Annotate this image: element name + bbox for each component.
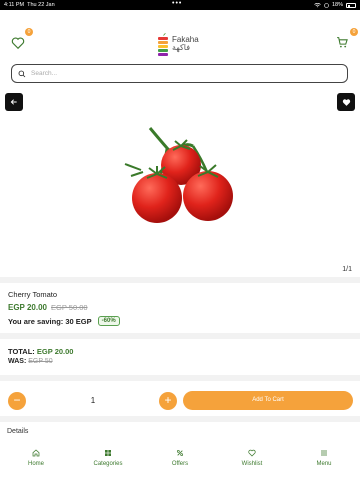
- nav-home[interactable]: Home: [6, 449, 66, 467]
- alarm-icon: [324, 2, 329, 8]
- quantity-value: 1: [90, 396, 96, 405]
- nav-offers[interactable]: Offers: [150, 449, 210, 467]
- nav-label: Categories: [93, 461, 123, 467]
- cart-badge: 0: [350, 28, 358, 36]
- nav-wishlist[interactable]: Wishlist: [222, 449, 282, 467]
- search-bar[interactable]: [11, 64, 348, 83]
- section-divider: [0, 333, 360, 339]
- saving-text: You are saving: 30 EGP: [8, 316, 92, 326]
- nav-label: Wishlist: [241, 461, 263, 467]
- was-row: WAS: EGP 50: [8, 358, 53, 365]
- details-heading[interactable]: Details: [7, 428, 28, 435]
- current-price: EGP 20.00: [8, 303, 47, 312]
- section-divider: [0, 277, 360, 283]
- status-right: 18%: [314, 2, 356, 8]
- nav-categories[interactable]: Categories: [78, 449, 138, 467]
- status-bar: 4:11 PM Thu 22 Jan ••• 18%: [0, 0, 360, 10]
- heart-filled-icon: [342, 98, 350, 106]
- product-name: Cherry Tomato: [8, 290, 58, 299]
- percent-icon: [176, 449, 184, 457]
- wishlist-badge: 0: [25, 28, 33, 36]
- wifi-icon: [314, 2, 321, 7]
- wishlist-header-button[interactable]: 0: [11, 28, 33, 51]
- saving-row: You are saving: 30 EGP -60%: [8, 316, 120, 326]
- search-icon: [18, 70, 26, 77]
- nav-menu[interactable]: Menu: [294, 449, 354, 467]
- section-divider: [0, 375, 360, 381]
- old-price: EGP 50.00: [51, 303, 88, 312]
- price-row: EGP 20.00 EGP 50.00: [8, 303, 88, 312]
- fakaha-logo[interactable]: Fakaha فاكهة: [157, 32, 207, 56]
- back-button[interactable]: [5, 93, 23, 111]
- total-label: TOTAL:: [8, 347, 35, 356]
- menu-icon: [321, 450, 327, 456]
- was-value: EGP 50: [28, 358, 53, 365]
- was-label: WAS:: [8, 358, 27, 365]
- status-time: 4:11 PM Thu 22 Jan: [4, 2, 55, 8]
- battery-percent: 18%: [331, 2, 343, 8]
- total-row: TOTAL: EGP 20.00: [8, 347, 73, 356]
- total-value: EGP 20.00: [36, 347, 74, 356]
- increase-quantity-button[interactable]: +: [159, 392, 177, 410]
- categories-icon: [105, 450, 111, 456]
- heart-icon: [248, 449, 256, 457]
- nav-label: Menu: [316, 461, 332, 467]
- decrease-quantity-button[interactable]: −: [8, 392, 26, 410]
- favorite-button[interactable]: [337, 93, 355, 111]
- home-icon: [32, 449, 40, 457]
- logo-text-ar: فاكهة: [172, 43, 191, 52]
- nav-label: Offers: [171, 461, 189, 467]
- nav-label: Home: [27, 461, 44, 467]
- add-to-cart-button[interactable]: Add To Cart: [183, 391, 353, 410]
- logo-text: Fakaha فاكهة: [172, 36, 199, 52]
- app-header: 0 Fakaha فاكهة 0: [0, 24, 360, 62]
- bottom-nav: Home Categories Offers Wishlist Menu: [0, 444, 360, 480]
- status-dots: •••: [172, 0, 183, 7]
- cart-icon: [337, 37, 348, 48]
- logo-mark: [157, 32, 169, 56]
- arrow-left-icon: [10, 99, 17, 105]
- image-counter: 1/1: [342, 266, 352, 273]
- discount-badge: -60%: [97, 316, 120, 326]
- heart-outline-icon: [11, 37, 25, 50]
- cart-header-button[interactable]: 0: [336, 28, 358, 51]
- battery-icon: [346, 2, 356, 8]
- section-divider: [0, 416, 360, 422]
- product-image[interactable]: [115, 120, 245, 230]
- search-input[interactable]: [31, 70, 331, 77]
